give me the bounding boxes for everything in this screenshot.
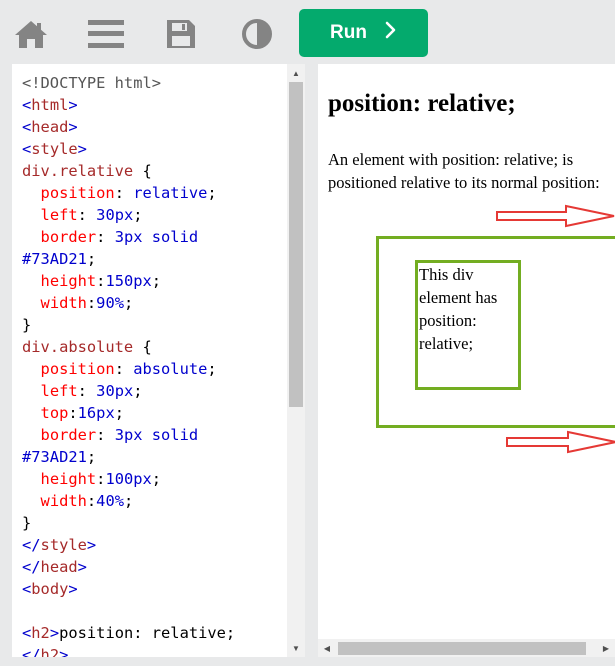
code-line[interactable]: top:16px; [22,402,288,424]
code-vertical-scrollbar[interactable]: ▲ ▼ [287,64,305,657]
code-line[interactable]: </style> [22,534,288,556]
menu-icon[interactable] [86,14,126,54]
code-line[interactable]: left: 30px; [22,380,288,402]
contrast-icon[interactable] [237,14,277,54]
code-line[interactable]: #73AD21; [22,446,288,468]
code-line[interactable]: <h2>position: relative; [22,622,288,644]
code-line[interactable]: width:40%; [22,490,288,512]
code-line[interactable]: width:90%; [22,292,288,314]
preview-horizontal-scrollbar[interactable]: ◀ ▶ [318,639,615,657]
scroll-up-arrow-icon[interactable]: ▲ [287,64,305,82]
code-editor[interactable]: <!DOCTYPE html> <html> <head> <style> div.re… [12,64,305,657]
save-icon[interactable] [161,14,201,54]
code-line[interactable]: left: 30px; [22,204,288,226]
red-arrow-icon [496,204,615,228]
code-line[interactable]: border: 3px solid [22,424,288,446]
relative-div-box: This div element has position: relative; [376,236,615,428]
home-icon[interactable] [11,14,51,54]
code-line[interactable]: <style> [22,138,288,160]
code-line[interactable]: </head> [22,556,288,578]
code-line[interactable]: <head> [22,116,288,138]
inner-div-text: This div element has position: relative; [419,265,498,353]
code-line[interactable]: <body> [22,578,288,600]
run-button-label: Run [330,22,367,43]
code-line[interactable]: div.absolute { [22,336,288,358]
scroll-down-arrow-icon[interactable]: ▼ [287,639,305,657]
code-content[interactable]: <!DOCTYPE html> <html> <head> <style> div.re… [22,72,288,657]
result-preview: position: relative; An element with posi… [318,64,615,657]
code-line[interactable]: div.relative { [22,160,288,182]
scroll-left-arrow-icon[interactable]: ◀ [318,639,336,657]
toolbar: Run [0,0,615,64]
code-line[interactable]: <html> [22,94,288,116]
code-line[interactable]: } [22,512,288,534]
code-line[interactable]: height:100px; [22,468,288,490]
code-line[interactable]: </h2> [22,644,288,657]
preview-paragraph: An element with position: relative; is p… [328,150,600,192]
scrollbar-thumb[interactable] [338,642,586,655]
code-line[interactable]: #73AD21; [22,248,288,270]
red-arrow-icon [506,430,615,454]
code-line[interactable]: position: absolute; [22,358,288,380]
code-line[interactable]: <!DOCTYPE html> [22,72,288,94]
code-line[interactable]: } [22,314,288,336]
code-line[interactable]: border: 3px solid [22,226,288,248]
scrollbar-thumb[interactable] [289,82,303,407]
scroll-right-arrow-icon[interactable]: ▶ [597,639,615,657]
code-line[interactable]: position: relative; [22,182,288,204]
preview-heading: position: relative; [328,90,516,117]
inner-div-box: This div element has position: relative; [415,260,521,390]
code-line[interactable]: height:150px; [22,270,288,292]
run-button[interactable]: Run [299,9,428,57]
chevron-right-icon [385,21,397,45]
code-line[interactable] [22,600,288,622]
